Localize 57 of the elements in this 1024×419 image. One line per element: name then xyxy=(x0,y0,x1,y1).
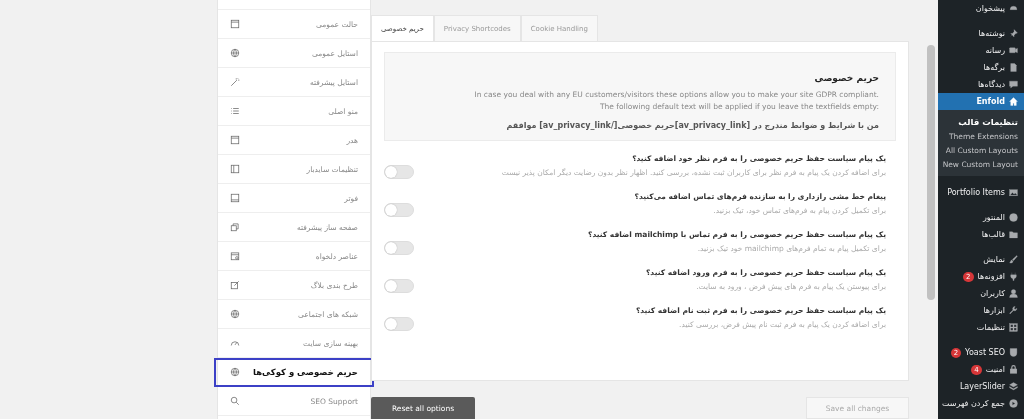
plug-icon xyxy=(1009,272,1018,281)
house-icon xyxy=(1009,97,1018,106)
default-text: من با شرایط و ضوابط مندرج در [av_privacy_link]حریم خصوصی[/av_privacy_link] موافقم xyxy=(505,121,879,130)
footer-icon xyxy=(230,193,240,203)
scrollbar[interactable] xyxy=(924,0,938,419)
search-icon xyxy=(230,396,240,406)
menu-item[interactable]: المنتور xyxy=(938,209,1024,226)
menu-item[interactable]: نوشته‌ها xyxy=(938,25,1024,42)
menu-item[interactable]: قالب‌ها xyxy=(938,226,1024,243)
submenu-item[interactable]: تنظیمات قالب xyxy=(938,115,1024,129)
menu-item[interactable]: تنظیمات xyxy=(938,319,1024,336)
menu-item[interactable]: دیدگاه‌ها xyxy=(938,76,1024,93)
sidebar-icon xyxy=(230,164,240,174)
grid-icon xyxy=(1009,323,1018,332)
speech-bubble-icon xyxy=(1009,80,1018,89)
globe-icon xyxy=(230,48,240,58)
nav-item[interactable]: حریم خصوصی و کوکی‌ها xyxy=(214,358,374,387)
gauge-icon xyxy=(1009,4,1018,13)
circle-icon xyxy=(1009,213,1018,222)
menu-item[interactable]: LayerSlider xyxy=(938,378,1024,395)
list-icon xyxy=(230,106,240,116)
menu-item[interactable]: Portfolio Items xyxy=(938,184,1024,201)
shield-icon xyxy=(1009,348,1018,357)
play-icon xyxy=(1009,399,1018,408)
toggle-switch[interactable] xyxy=(384,203,414,217)
section-title: حریم خصوصی xyxy=(813,73,879,83)
gauge-icon xyxy=(230,338,240,348)
menu-item[interactable]: رسانه xyxy=(938,42,1024,59)
toggle-switch[interactable] xyxy=(384,241,414,255)
globe-icon xyxy=(230,309,240,319)
copy-icon xyxy=(230,222,240,232)
image-icon xyxy=(1009,188,1018,197)
user-icon xyxy=(1009,289,1018,298)
menu-item[interactable]: کاربران xyxy=(938,285,1024,302)
layers-icon xyxy=(1009,382,1018,391)
edit-icon xyxy=(230,280,240,290)
menu-item[interactable]: جمع کردن فهرست xyxy=(938,395,1024,412)
camera-icon xyxy=(1009,46,1018,55)
lock-icon xyxy=(1009,365,1018,374)
toggle-switch[interactable] xyxy=(384,317,414,331)
window-icon xyxy=(230,135,240,145)
page-icon xyxy=(1009,63,1018,72)
wrench-icon xyxy=(1009,306,1018,315)
menu-item[interactable]: ابزارها xyxy=(938,302,1024,319)
menu-item[interactable]: نمایش xyxy=(938,251,1024,268)
folder-icon xyxy=(1009,230,1018,239)
brush-icon xyxy=(1009,255,1018,264)
menu-item[interactable]: Enfold xyxy=(938,93,1024,110)
globe-icon xyxy=(230,367,240,377)
menu-item[interactable]: برگه‌ها xyxy=(938,59,1024,76)
wand-icon xyxy=(230,77,240,87)
window-icon xyxy=(230,19,240,29)
pin-icon xyxy=(1009,29,1018,38)
calendar-icon xyxy=(230,251,240,261)
toggle-switch[interactable] xyxy=(384,165,414,179)
menu-item[interactable]: پیشخوان xyxy=(938,0,1024,17)
toggle-switch[interactable] xyxy=(384,279,414,293)
